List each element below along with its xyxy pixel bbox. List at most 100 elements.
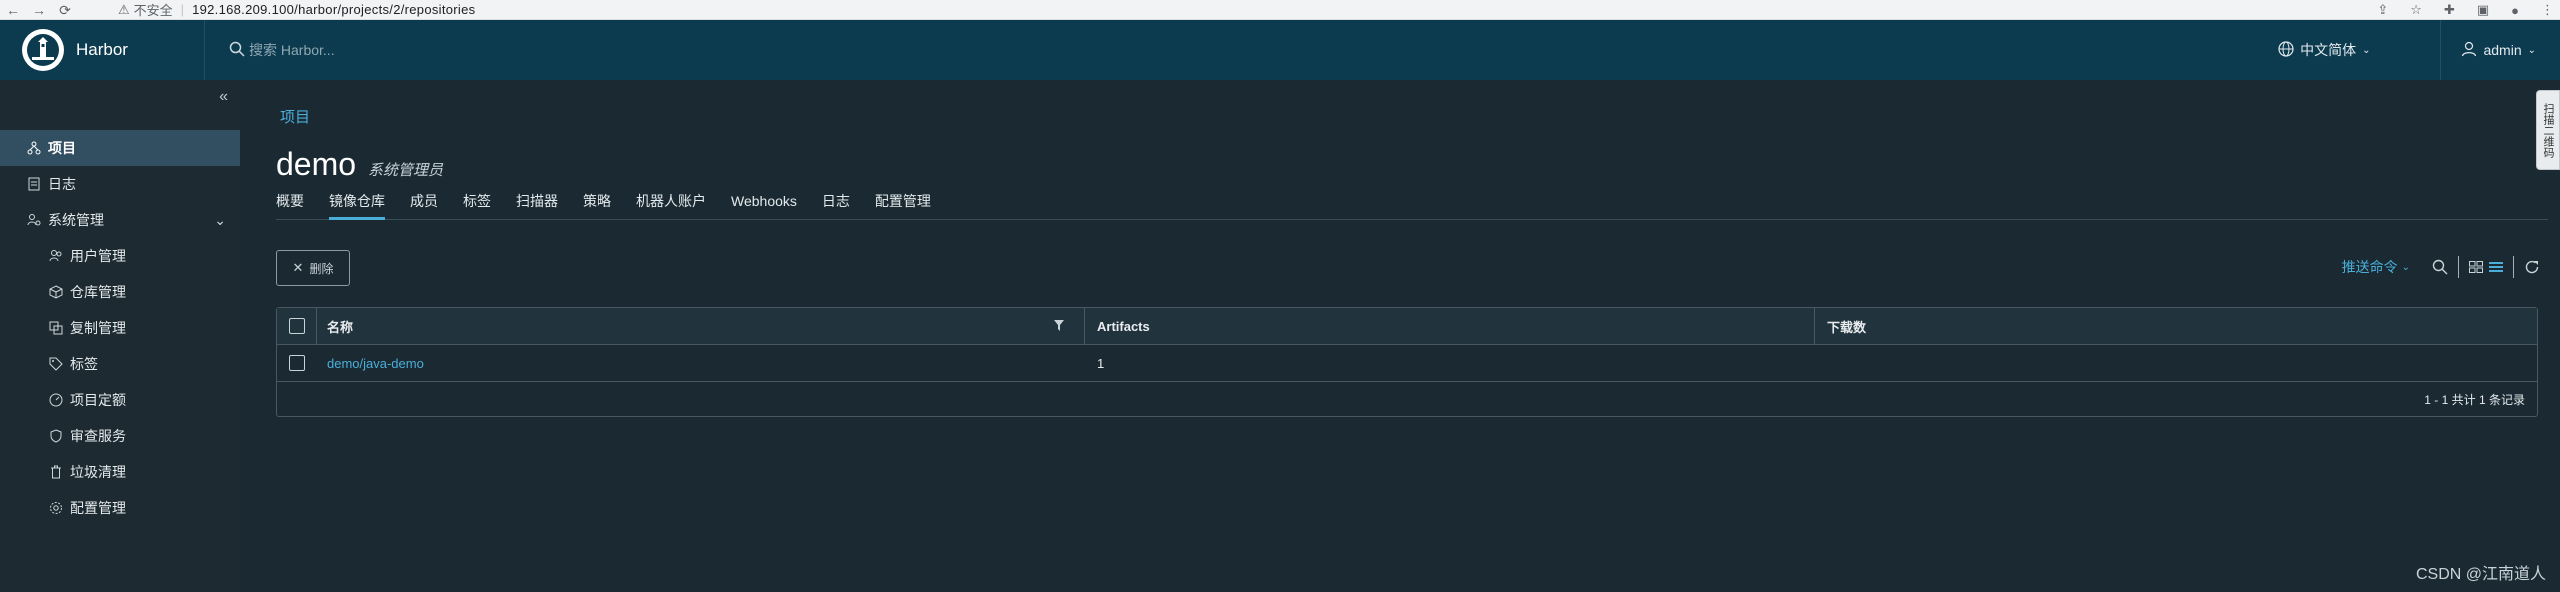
column-header-label: 下载数	[1827, 319, 1867, 335]
push-command-dropdown[interactable]: 推送命令 ⌄	[2342, 257, 2410, 277]
repositories-table: 名称 Artifacts 下载数 demo/java-demo 1 1 - 1 …	[276, 307, 2538, 417]
sidebar-item-registries[interactable]: 仓库管理	[0, 274, 240, 310]
sidebar-panel-icon[interactable]: ▣	[2477, 2, 2489, 18]
repository-link[interactable]: demo/java-demo	[327, 356, 424, 371]
sidebar-item-interrogation[interactable]: 审查服务	[0, 418, 240, 454]
pagination-summary: 1 - 1 共计 1 条记录	[2424, 392, 2525, 407]
sidebar-item-quotas[interactable]: 项目定额	[0, 382, 240, 418]
floating-side-tab[interactable]: 扫描二维码	[2536, 90, 2560, 170]
browser-actions: ⇪ ☆ ✚ ▣ ● ⋮	[2377, 0, 2554, 19]
cell-artifacts: 1	[1097, 355, 1105, 371]
tab-webhooks[interactable]: Webhooks	[731, 188, 797, 220]
sidebar-item-projects[interactable]: 项目	[0, 130, 240, 166]
sidebar-item-replication[interactable]: 复制管理	[0, 310, 240, 346]
tab-members[interactable]: 成员	[410, 188, 438, 220]
title-row: demo 系统管理员	[276, 146, 443, 183]
main-content: 项目 demo 系统管理员 概要 镜像仓库 成员 标签 扫描器 策略 机器人账户…	[240, 80, 2560, 592]
sidebar-item-label: 仓库管理	[70, 284, 126, 300]
sidebar-item-users[interactable]: 用户管理	[0, 238, 240, 274]
tab-repositories[interactable]: 镜像仓库	[329, 188, 385, 220]
sidebar-nav: 项目 日志 系统管理 ⌄ 用户管理 仓库管理 复制管理 标签 项目定额 审查服务…	[0, 130, 240, 526]
sidebar-item-logs[interactable]: 日志	[0, 166, 240, 202]
shield-icon	[48, 429, 64, 443]
refresh-icon[interactable]	[2524, 259, 2540, 275]
breadcrumb[interactable]: 项目	[280, 106, 310, 127]
brand[interactable]: Harbor	[0, 20, 205, 80]
tab-configuration[interactable]: 配置管理	[875, 188, 931, 220]
column-downloads[interactable]: 下载数	[1815, 308, 2537, 345]
brand-title: Harbor	[76, 40, 128, 59]
toolbar-divider	[2458, 256, 2459, 278]
page-title: demo	[276, 146, 357, 182]
filter-icon[interactable]	[1054, 319, 1064, 335]
delete-button[interactable]: ✕ 删除	[276, 250, 350, 286]
sidebar-item-label: 标签	[70, 356, 98, 372]
logs-icon	[26, 177, 42, 191]
projects-icon	[26, 141, 42, 155]
sidebar-item-label: 用户管理	[70, 248, 126, 264]
language-selector[interactable]: 中文简体 ⌄	[2278, 20, 2442, 80]
profile-icon[interactable]: ●	[2511, 3, 2519, 18]
sidebar-item-label: 日志	[48, 176, 76, 192]
address-bar[interactable]: ⚠ 不安全 | 192.168.209.100/harbor/projects/…	[118, 0, 475, 19]
sidebar-item-label: 审查服务	[70, 428, 126, 444]
column-header-label: Artifacts	[1097, 318, 1150, 334]
sidebar-item-label: 配置管理	[70, 500, 126, 516]
row-checkbox[interactable]	[289, 355, 305, 371]
user-icon	[2461, 41, 2477, 60]
column-name[interactable]: 名称	[317, 307, 1085, 345]
global-search[interactable]	[229, 20, 629, 80]
tab-summary[interactable]: 概要	[276, 188, 304, 220]
bookmark-icon[interactable]: ☆	[2410, 2, 2422, 18]
registry-icon	[48, 285, 64, 299]
url-text[interactable]: 192.168.209.100/harbor/projects/2/reposi…	[192, 2, 475, 17]
globe-icon	[2278, 40, 2294, 60]
delete-label: 删除	[309, 261, 334, 276]
browser-toolbar: ← → ⟳ ⚠ 不安全 | 192.168.209.100/harbor/pro…	[0, 0, 2560, 20]
forward-icon[interactable]: →	[26, 3, 52, 17]
search-input[interactable]	[249, 42, 549, 58]
gear-icon	[48, 501, 64, 515]
select-all-checkbox[interactable]	[288, 318, 305, 334]
back-icon[interactable]: ←	[0, 3, 26, 17]
sidebar-item-labels[interactable]: 标签	[0, 346, 240, 382]
admin-icon	[26, 213, 42, 227]
chevron-down-icon: ⌄	[2527, 44, 2536, 56]
warning-icon: ⚠	[118, 1, 130, 17]
sidebar-item-admin[interactable]: 系统管理 ⌄	[0, 202, 240, 238]
column-artifacts[interactable]: Artifacts	[1085, 307, 1815, 345]
cell-downloads	[1815, 345, 2537, 382]
url-divider: |	[180, 2, 185, 17]
extensions-icon[interactable]: ✚	[2444, 2, 2455, 18]
tab-logs[interactable]: 日志	[822, 188, 850, 220]
card-view-icon[interactable]	[2469, 261, 2483, 273]
quota-icon	[48, 393, 64, 407]
sidebar-item-label: 项目定额	[70, 392, 126, 408]
list-view-icon[interactable]	[2489, 261, 2503, 273]
sidebar-item-label: 垃圾清理	[70, 464, 126, 480]
header-right: 中文简体 ⌄ admin ⌄	[2278, 20, 2560, 80]
tab-robot-accounts[interactable]: 机器人账户	[636, 188, 706, 220]
tab-scanner[interactable]: 扫描器	[516, 188, 558, 220]
cell-name: demo/java-demo	[317, 345, 1085, 382]
tab-policy[interactable]: 策略	[583, 188, 611, 220]
repo-toolbar: 推送命令 ⌄	[2342, 256, 2546, 278]
tag-icon	[48, 357, 64, 371]
reload-icon[interactable]: ⟳	[52, 3, 78, 17]
search-icon[interactable]	[2432, 259, 2448, 275]
share-icon[interactable]: ⇪	[2377, 2, 2388, 18]
tab-labels[interactable]: 标签	[463, 188, 491, 220]
more-icon[interactable]: ⋮	[2541, 2, 2554, 18]
user-menu[interactable]: admin ⌄	[2461, 41, 2560, 60]
push-command-label: 推送命令	[2341, 259, 2398, 275]
role-label: 系统管理员	[368, 162, 444, 179]
select-all-cell	[277, 307, 317, 345]
sidebar-item-config[interactable]: 配置管理	[0, 490, 240, 526]
close-icon: ✕	[292, 260, 304, 275]
project-tabs: 概要 镜像仓库 成员 标签 扫描器 策略 机器人账户 Webhooks 日志 配…	[276, 188, 2548, 220]
chevron-down-icon[interactable]: ⌄	[214, 212, 226, 229]
sidebar-item-gc[interactable]: 垃圾清理	[0, 454, 240, 490]
table-row[interactable]: demo/java-demo 1	[277, 345, 2537, 382]
trash-icon	[48, 465, 64, 479]
collapse-sidebar-icon[interactable]: «	[219, 88, 228, 106]
